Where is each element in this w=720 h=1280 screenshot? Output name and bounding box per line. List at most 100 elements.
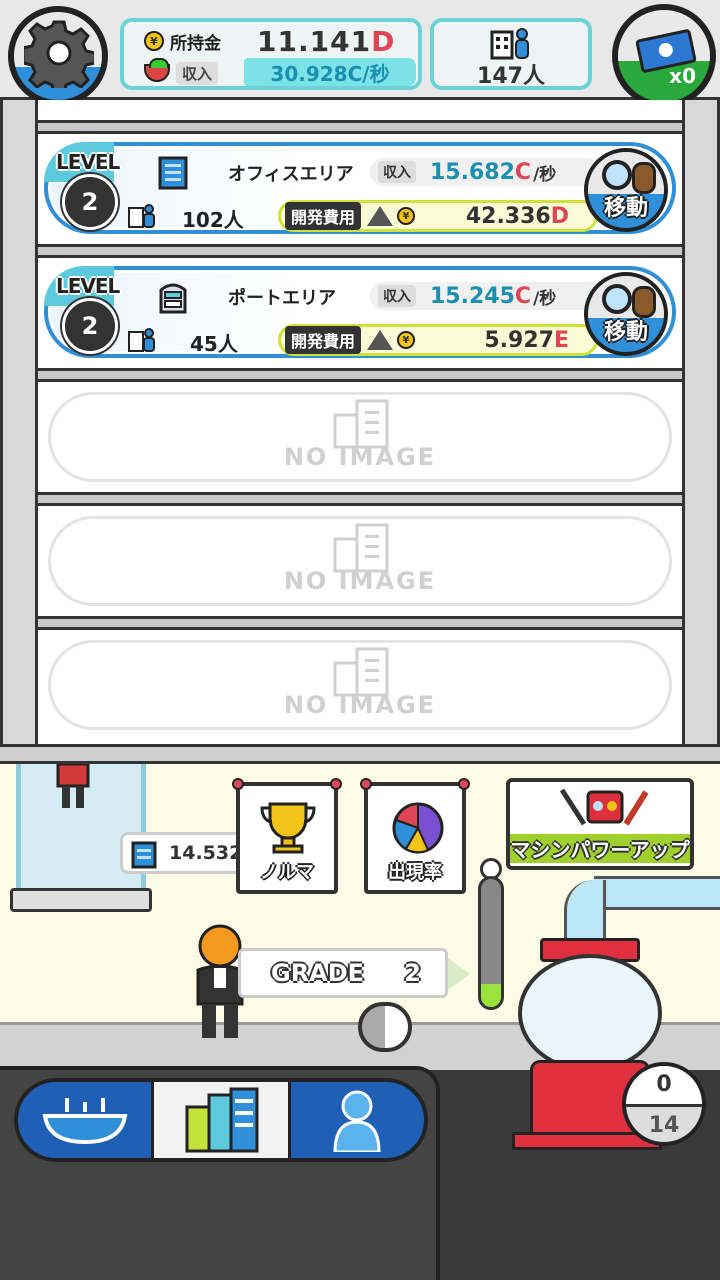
magnifier-icon xyxy=(602,160,632,190)
move-button[interactable]: 移動 xyxy=(584,272,668,356)
nav-bath[interactable] xyxy=(18,1082,155,1158)
pin xyxy=(360,778,372,790)
no-image-label: NO IMAGE xyxy=(283,691,437,719)
pin xyxy=(232,778,244,790)
empty-card: NO IMAGE xyxy=(48,516,672,606)
area-people: 45人 xyxy=(190,332,238,356)
no-image-building-icon xyxy=(333,647,389,697)
level-label: LEVEL xyxy=(56,274,120,298)
bath-icon xyxy=(42,1098,127,1145)
empty-slot: NO IMAGE xyxy=(38,506,682,614)
income-label: 収入 xyxy=(378,285,416,307)
area-name: ポートエリア xyxy=(228,288,336,309)
elevator-base xyxy=(10,888,152,912)
income-bowl-icon xyxy=(144,58,170,82)
pie-chart-icon xyxy=(392,802,444,854)
city-icon xyxy=(185,1087,259,1153)
power-gauge xyxy=(478,876,504,1010)
no-image-building-icon xyxy=(333,399,389,449)
money-panel: ¥ 所持金 11.141D 収入 30.928C/秒 xyxy=(120,18,422,90)
tools-icon xyxy=(559,788,649,826)
elevator-worker-icon xyxy=(56,764,90,808)
shelf-divider xyxy=(38,492,682,506)
appearance-rate-button[interactable]: 出現率 xyxy=(360,778,470,894)
income-rate-unit: /秒 xyxy=(533,288,557,309)
machine-power-up-label: マシンパワーアップ xyxy=(510,834,690,863)
appearance-rate-label: 出現率 xyxy=(388,862,442,883)
level-badge: 2 xyxy=(62,174,118,230)
upgrade-arrow-icon xyxy=(367,206,394,226)
empty-slot: NO IMAGE xyxy=(38,382,682,490)
dev-cost-button[interactable]: 開発費用 ¥ 42.336D xyxy=(278,200,598,232)
no-image-label: NO IMAGE xyxy=(283,443,437,471)
empty-card: NO IMAGE xyxy=(48,640,672,730)
nav-city[interactable] xyxy=(154,1082,291,1158)
shelf-divider xyxy=(38,244,682,258)
capsule-counter: 0 14 xyxy=(622,1062,706,1146)
level-badge: 2 xyxy=(62,298,118,354)
machine-power-up-button[interactable]: マシンパワーアップ xyxy=(506,778,694,870)
yen-coin-icon: ¥ xyxy=(397,331,416,349)
area-income: 収入 15.245C /秒 xyxy=(370,282,602,310)
grade-label: GRADE xyxy=(271,959,365,987)
dev-cost-value: 5.927E xyxy=(484,327,569,353)
dev-cost-value: 42.336D xyxy=(465,203,569,229)
dev-cost-button[interactable]: 開発費用 ¥ 5.927E xyxy=(278,324,598,356)
person-icon xyxy=(333,1090,381,1152)
bottom-nav xyxy=(14,1078,428,1162)
income-value: 15.682C xyxy=(430,159,532,185)
level-label: LEVEL xyxy=(56,150,120,174)
ticket-button[interactable]: x0 xyxy=(612,4,716,108)
power-gauge-fill xyxy=(481,983,501,1007)
money-value: 11.141D xyxy=(257,24,396,58)
norma-label: ノルマ xyxy=(260,862,314,883)
settings-button[interactable] xyxy=(8,6,108,106)
gacha-machine-globe[interactable] xyxy=(518,954,662,1072)
move-button[interactable]: 移動 xyxy=(584,148,668,232)
area-name: オフィスエリア xyxy=(228,164,354,185)
dev-cost-label: 開発費用 xyxy=(285,202,362,230)
pin xyxy=(330,778,342,790)
income-value: 15.245C xyxy=(430,283,532,309)
port-building-icon xyxy=(159,283,187,314)
area-card[interactable]: LEVEL 2 オフィスエリア 収入 15.682C /秒 102人 開発費用 … xyxy=(44,142,676,234)
move-label: 移動 xyxy=(603,196,648,221)
magnifier-icon xyxy=(602,284,632,314)
shelf-divider xyxy=(38,616,682,630)
move-label: 移動 xyxy=(603,320,648,345)
pipe xyxy=(564,880,606,946)
area-income: 収入 15.682C /秒 xyxy=(370,158,602,186)
income-rate-unit: /秒 xyxy=(533,164,557,185)
nav-person[interactable] xyxy=(291,1082,424,1158)
money-row: ¥ 所持金 11.141D xyxy=(144,24,396,58)
right-rail xyxy=(682,100,720,750)
counter-current: 0 xyxy=(626,1066,702,1104)
yen-coin-icon: ¥ xyxy=(144,31,164,51)
scene-divider xyxy=(0,744,720,764)
shelf-divider xyxy=(38,368,682,382)
area-row-port[interactable]: LEVEL 2 ポートエリア 収入 15.245C /秒 45人 開発費用 ¥ … xyxy=(38,258,682,366)
area-people: 102人 xyxy=(182,208,244,232)
income-rate: 30.928C/秒 xyxy=(244,58,416,86)
capsule-icon[interactable] xyxy=(358,1002,412,1052)
grade-value: 2 xyxy=(404,959,421,987)
no-image-label: NO IMAGE xyxy=(283,567,437,595)
area-row-office[interactable]: LEVEL 2 オフィスエリア 収入 15.682C /秒 102人 開発費用 … xyxy=(38,134,682,242)
upgrade-arrow-icon xyxy=(367,330,394,350)
no-image-building-icon xyxy=(333,523,389,573)
grade-arrow-icon xyxy=(448,958,470,990)
building-person-icon xyxy=(490,28,529,60)
office-building-icon xyxy=(158,156,188,190)
counter-max: 14 xyxy=(626,1104,702,1142)
ticket-count: x0 xyxy=(669,64,696,88)
dev-cost-label: 開発費用 xyxy=(285,326,362,354)
empty-card: NO IMAGE xyxy=(48,392,672,482)
yen-coin-icon: ¥ xyxy=(397,207,416,225)
gear-icon xyxy=(24,20,94,88)
population-panel: 147人 xyxy=(430,18,592,90)
left-rail xyxy=(0,100,38,750)
area-card[interactable]: LEVEL 2 ポートエリア 収入 15.245C /秒 45人 開発費用 ¥ … xyxy=(44,266,676,358)
empty-slot: NO IMAGE xyxy=(38,630,682,738)
norma-button[interactable]: ノルマ xyxy=(232,778,342,894)
pipe xyxy=(594,876,720,910)
